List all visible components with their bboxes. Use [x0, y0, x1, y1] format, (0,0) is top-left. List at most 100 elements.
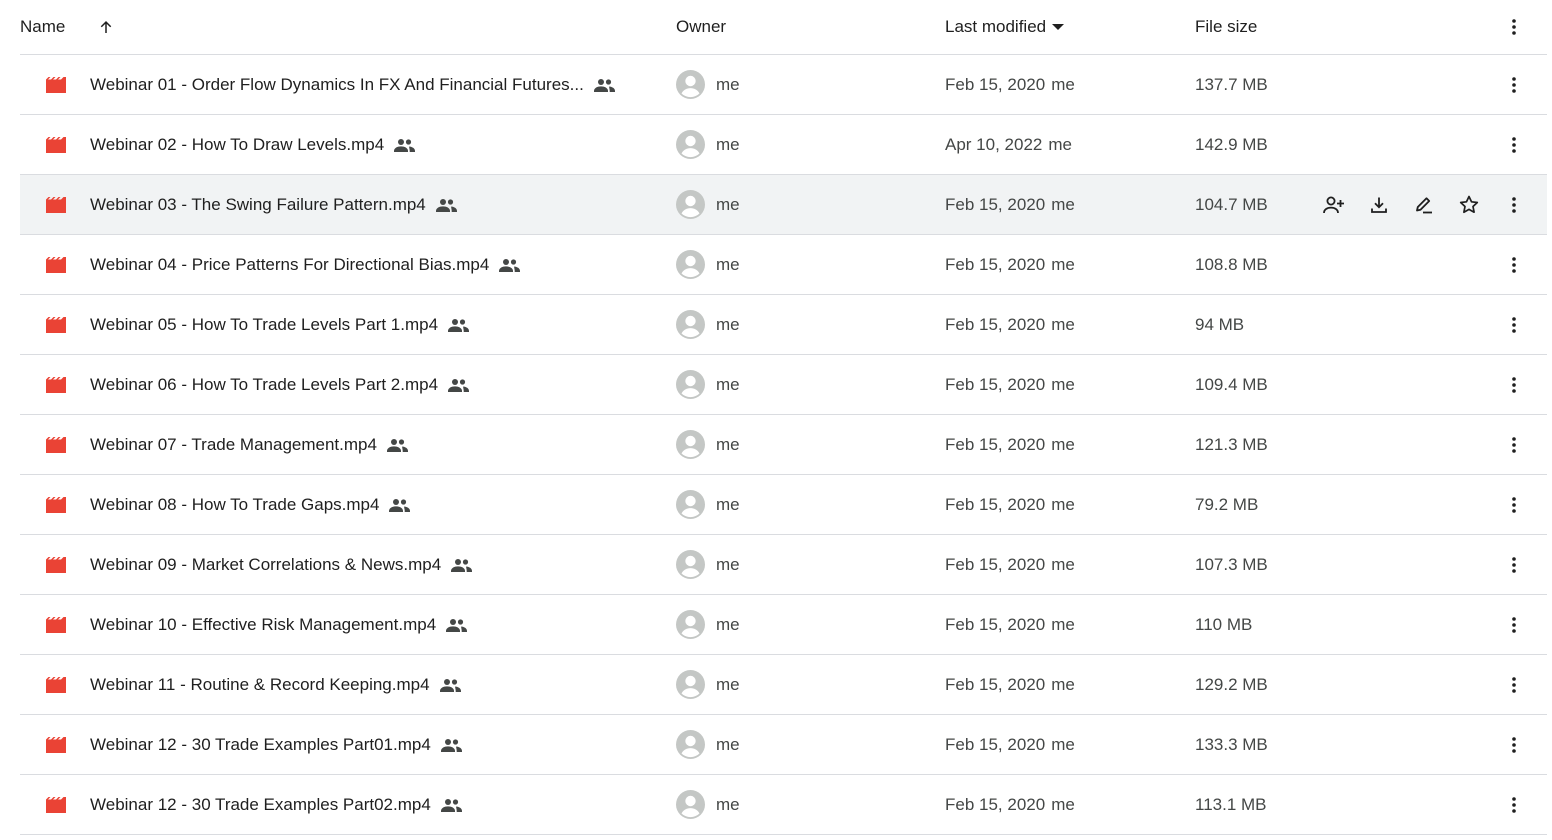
shared-people-icon [499, 258, 521, 272]
modified-date: Feb 15, 2020 [945, 554, 1046, 574]
file-name[interactable]: Webinar 02 - How To Draw Levels.mp4 [90, 135, 384, 155]
person-avatar-icon [676, 130, 705, 159]
last-modified-cell: Feb 15, 2020 me [945, 775, 1075, 834]
modified-date: Feb 15, 2020 [945, 674, 1046, 694]
more-vert-icon[interactable] [1502, 55, 1526, 114]
more-vert-icon[interactable] [1502, 235, 1526, 294]
file-row[interactable]: Webinar 06 - How To Trade Levels Part 2.… [20, 355, 1547, 415]
star-icon[interactable] [1457, 193, 1481, 217]
more-vert-icon[interactable] [1502, 355, 1526, 414]
file-name-cell[interactable]: Webinar 12 - 30 Trade Examples Part02.mp… [90, 775, 462, 834]
row-hover-actions [1322, 175, 1502, 234]
modified-date: Feb 15, 2020 [945, 614, 1046, 634]
file-name-cell[interactable]: Webinar 04 - Price Patterns For Directio… [90, 235, 521, 294]
file-row[interactable]: Webinar 12 - 30 Trade Examples Part02.mp… [20, 775, 1547, 835]
last-modified-cell: Feb 15, 2020 me [945, 595, 1075, 654]
file-row[interactable]: Webinar 12 - 30 Trade Examples Part01.mp… [20, 715, 1547, 775]
owner-cell: me [676, 295, 740, 354]
more-vert-icon[interactable] [1502, 175, 1526, 234]
person-avatar-icon [676, 250, 705, 279]
file-size: 104.7 MB [1195, 194, 1268, 214]
file-name-cell[interactable]: Webinar 12 - 30 Trade Examples Part01.mp… [90, 715, 462, 774]
file-name-cell[interactable]: Webinar 05 - How To Trade Levels Part 1.… [90, 295, 470, 354]
file-size: 108.8 MB [1195, 254, 1268, 274]
file-row[interactable]: Webinar 04 - Price Patterns For Directio… [20, 235, 1547, 295]
file-name[interactable]: Webinar 11 - Routine & Record Keeping.mp… [90, 675, 430, 695]
file-name-cell[interactable]: Webinar 06 - How To Trade Levels Part 2.… [90, 355, 470, 414]
file-size: 142.9 MB [1195, 134, 1268, 154]
video-file-icon [44, 55, 68, 114]
file-row[interactable]: Webinar 10 - Effective Risk Management.m… [20, 595, 1547, 655]
shared-people-icon [394, 138, 416, 152]
shared-people-icon [448, 378, 470, 392]
file-name[interactable]: Webinar 07 - Trade Management.mp4 [90, 435, 377, 455]
person-avatar-icon [676, 610, 705, 639]
modified-by: me [1048, 134, 1072, 154]
file-name[interactable]: Webinar 10 - Effective Risk Management.m… [90, 615, 436, 635]
file-name[interactable]: Webinar 12 - 30 Trade Examples Part02.mp… [90, 795, 431, 815]
arrow-up-icon[interactable] [96, 0, 116, 54]
file-name-cell[interactable]: Webinar 09 - Market Correlations & News.… [90, 535, 473, 594]
modified-date: Feb 15, 2020 [945, 314, 1046, 334]
last-modified-cell: Feb 15, 2020 me [945, 175, 1075, 234]
person-avatar-icon [676, 70, 705, 99]
file-size: 109.4 MB [1195, 374, 1268, 394]
file-name-cell[interactable]: Webinar 11 - Routine & Record Keeping.mp… [90, 655, 461, 714]
owner-name: me [716, 434, 740, 454]
owner-name: me [716, 674, 740, 694]
shared-people-icon [448, 318, 470, 332]
file-row[interactable]: Webinar 09 - Market Correlations & News.… [20, 535, 1547, 595]
file-name-cell[interactable]: Webinar 08 - How To Trade Gaps.mp4 [90, 475, 411, 534]
file-name-cell[interactable]: Webinar 07 - Trade Management.mp4 [90, 415, 408, 474]
video-file-icon [44, 535, 68, 594]
more-vert-icon[interactable] [1502, 295, 1526, 354]
file-name[interactable]: Webinar 03 - The Swing Failure Pattern.m… [90, 195, 426, 215]
file-name[interactable]: Webinar 06 - How To Trade Levels Part 2.… [90, 375, 438, 395]
more-vert-icon[interactable] [1502, 115, 1526, 174]
modified-by: me [1051, 74, 1075, 94]
file-name[interactable]: Webinar 01 - Order Flow Dynamics In FX A… [90, 75, 584, 95]
file-name[interactable]: Webinar 12 - 30 Trade Examples Part01.mp… [90, 735, 431, 755]
file-row[interactable]: Webinar 01 - Order Flow Dynamics In FX A… [20, 55, 1547, 115]
person-avatar-icon [676, 550, 705, 579]
file-row[interactable]: Webinar 05 - How To Trade Levels Part 1.… [20, 295, 1547, 355]
last-modified-cell: Feb 15, 2020 me [945, 295, 1075, 354]
last-modified-cell: Feb 15, 2020 me [945, 475, 1075, 534]
rename-pencil-icon[interactable] [1412, 193, 1436, 217]
file-name[interactable]: Webinar 09 - Market Correlations & News.… [90, 555, 441, 575]
owner-cell: me [676, 715, 740, 774]
shared-people-icon [440, 798, 462, 812]
file-size: 107.3 MB [1195, 554, 1268, 574]
file-row[interactable]: Webinar 08 - How To Trade Gaps.mp4 me Feb … [20, 475, 1547, 535]
file-name[interactable]: Webinar 05 - How To Trade Levels Part 1.… [90, 315, 438, 335]
more-vert-icon[interactable] [1502, 595, 1526, 654]
shared-people-icon [389, 498, 411, 512]
owner-cell: me [676, 655, 740, 714]
more-vert-icon[interactable] [1502, 775, 1526, 834]
file-name-cell[interactable]: Webinar 02 - How To Draw Levels.mp4 [90, 115, 416, 174]
person-avatar-icon [676, 310, 705, 339]
modified-date: Feb 15, 2020 [945, 74, 1046, 94]
column-header-name[interactable]: Name [20, 0, 65, 54]
share-person-add-icon[interactable] [1322, 193, 1346, 217]
more-vert-icon[interactable] [1502, 535, 1526, 594]
file-row[interactable]: Webinar 02 - How To Draw Levels.mp4 me Apr… [20, 115, 1547, 175]
file-size: 110 MB [1195, 614, 1253, 634]
more-vert-icon[interactable] [1502, 655, 1526, 714]
file-name-cell[interactable]: Webinar 10 - Effective Risk Management.m… [90, 595, 468, 654]
video-file-icon [44, 775, 68, 834]
file-row[interactable]: Webinar 11 - Routine & Record Keeping.mp… [20, 655, 1547, 715]
file-name-cell[interactable]: Webinar 01 - Order Flow Dynamics In FX A… [90, 55, 615, 114]
column-header-last-modified[interactable]: Last modified [945, 0, 1065, 54]
download-icon[interactable] [1367, 193, 1391, 217]
file-name[interactable]: Webinar 08 - How To Trade Gaps.mp4 [90, 495, 379, 515]
file-row[interactable]: Webinar 03 - The Swing Failure Pattern.m… [20, 175, 1547, 235]
file-row[interactable]: Webinar 07 - Trade Management.mp4 me Feb 1… [20, 415, 1547, 475]
file-name-cell[interactable]: Webinar 03 - The Swing Failure Pattern.m… [90, 175, 457, 234]
more-vert-icon[interactable] [1502, 475, 1526, 534]
file-name[interactable]: Webinar 04 - Price Patterns For Directio… [90, 255, 489, 275]
more-vert-icon[interactable] [1502, 415, 1526, 474]
more-vert-icon[interactable] [1502, 0, 1526, 54]
more-vert-icon[interactable] [1502, 715, 1526, 774]
file-list: Name Owner Last modified File size Webin… [20, 0, 1547, 835]
